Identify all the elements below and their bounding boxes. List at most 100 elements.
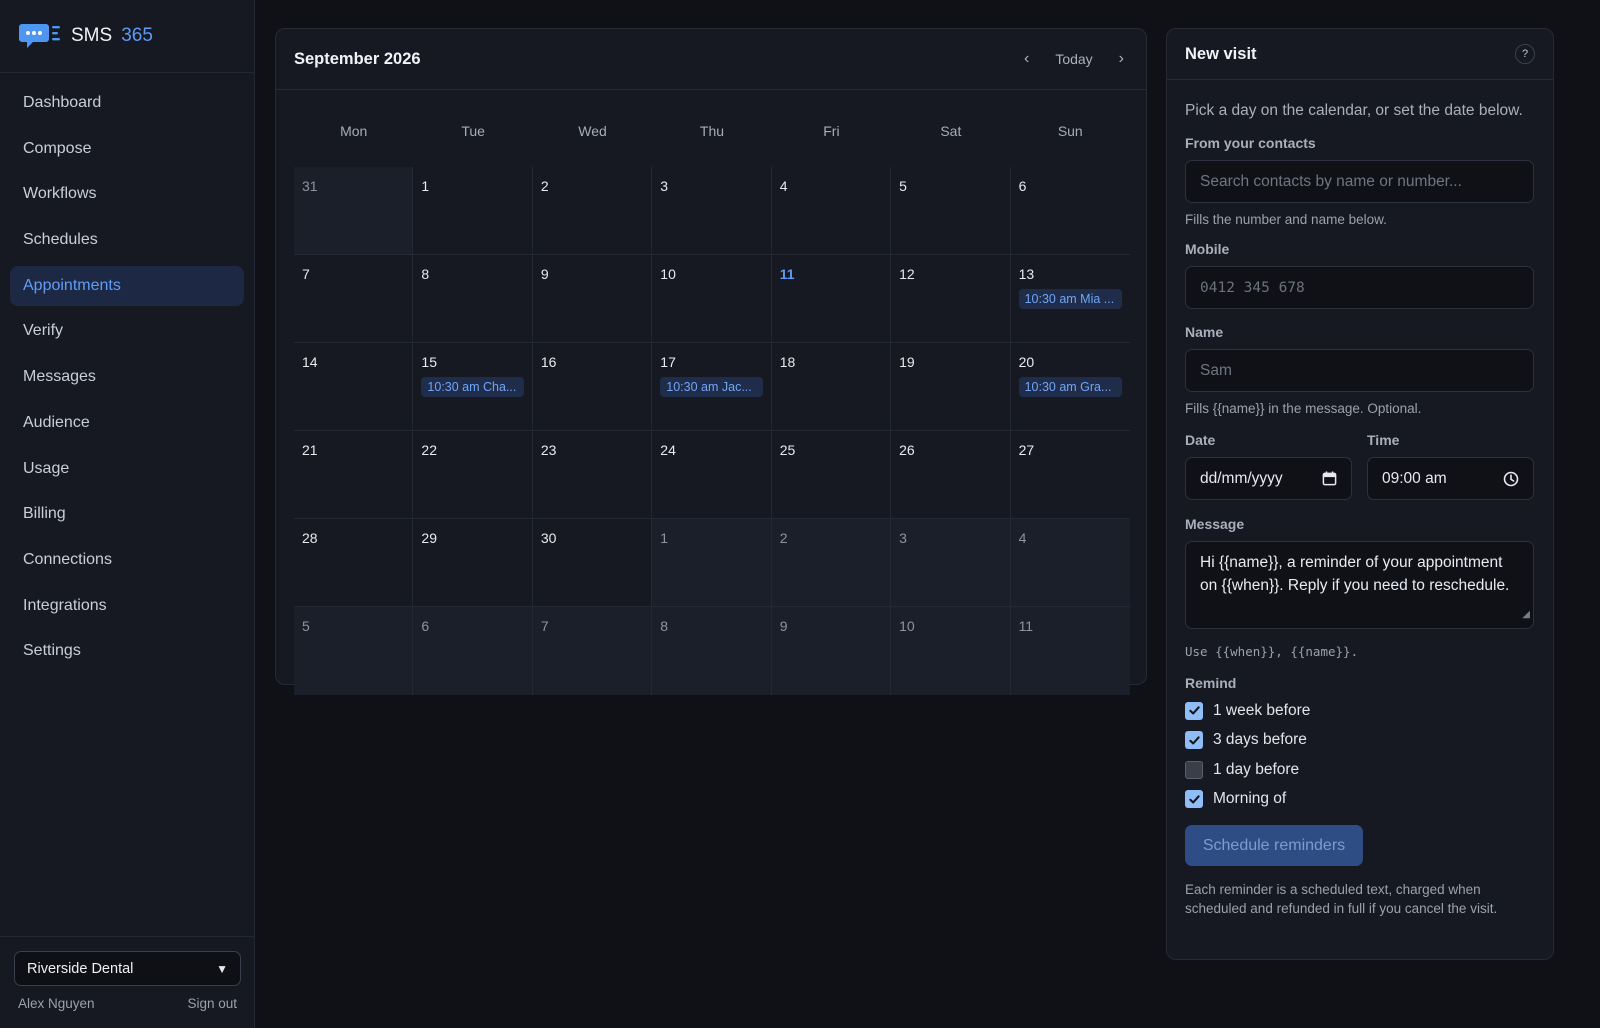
clock-icon[interactable] [1503,471,1519,487]
calendar-day[interactable]: 22 [413,431,533,519]
calendar-day[interactable]: 10 [652,255,772,343]
calendar-day[interactable]: 24 [652,431,772,519]
calendar-day[interactable]: 7 [294,255,414,343]
calendar-day[interactable]: 3 [891,519,1011,607]
calendar-day[interactable]: 21 [294,431,414,519]
sidebar-item-billing[interactable]: Billing [10,494,244,534]
contacts-search-input[interactable]: Search contacts by name or number... [1185,160,1534,203]
reminder-option[interactable]: Morning of [1185,785,1535,815]
calendar-day[interactable]: 9 [532,255,653,343]
calendar-day[interactable]: 26 [891,431,1011,519]
day-number: 22 [421,442,437,458]
sidebar-item-dashboard[interactable]: Dashboard [10,83,244,123]
chevron-right-icon[interactable]: › [1115,50,1128,68]
calendar-day[interactable]: 5 [891,167,1011,255]
calendar-day[interactable]: 30 [532,519,653,607]
calendar-day[interactable]: 5 [294,607,414,695]
calendar-day[interactable]: 3 [652,167,772,255]
checkbox-unchecked-icon[interactable] [1185,760,1203,779]
sidebar-item-integrations[interactable]: Integrations [10,586,244,626]
reminder-option[interactable]: 1 day before [1185,755,1535,785]
resize-grip-icon[interactable]: ◢ [1522,604,1530,627]
sidebar-item-messages[interactable]: Messages [10,357,244,397]
calendar-day[interactable]: 8 [413,255,533,343]
sidebar-item-verify[interactable]: Verify [10,311,244,351]
sign-out-link[interactable]: Sign out [187,996,237,1011]
calendar-day[interactable]: 13 10:30 am Mia ... [1010,255,1130,343]
sidebar: SMS 365 Dashboard Compose Workflows Schedul… [0,0,255,1028]
sidebar-item-usage[interactable]: Usage [10,449,244,489]
calendar-week: 7 8 9 10 11 12 13 10:30 am Mia ... [294,255,1130,343]
day-number: 8 [660,618,669,634]
calendar-day[interactable]: 1 [413,167,533,255]
checkbox-checked-icon[interactable] [1185,790,1203,809]
calendar-day[interactable]: 14 [294,343,414,431]
brand[interactable]: SMS 365 [0,0,254,73]
time-input[interactable]: 09:00 am [1367,457,1534,500]
sidebar-item-settings[interactable]: Settings [10,631,244,671]
today-button[interactable]: Today [1055,51,1092,67]
sidebar-item-connections[interactable]: Connections [10,540,244,580]
calendar-day[interactable]: 15 10:30 am Cha... [413,343,533,431]
sidebar-item-workflows[interactable]: Workflows [10,174,244,214]
calendar-day[interactable]: 31 [294,167,414,255]
calendar-day[interactable]: 1 [652,519,772,607]
appointment-event[interactable]: 10:30 am Cha... [421,377,524,397]
day-number: 15 [421,354,437,370]
calendar-day[interactable]: 6 [1010,167,1130,255]
calendar-day[interactable]: 28 [294,519,414,607]
chevron-left-icon[interactable]: ‹ [1020,50,1033,68]
calendar-day[interactable]: 10 [891,607,1011,695]
checkbox-checked-icon[interactable] [1185,731,1203,750]
weekday-mon: Mon [340,123,368,139]
schedule-reminders-button[interactable]: Schedule reminders [1185,825,1363,866]
appointment-event[interactable]: 10:30 am Gra... [1018,377,1122,397]
calendar-day[interactable]: 2 [771,519,892,607]
contacts-hint: Fills the number and name below. [1185,212,1387,227]
calendar-day[interactable]: 16 [532,343,653,431]
calendar-day[interactable]: 11 [1010,607,1130,695]
calendar-day[interactable]: 4 [1010,519,1130,607]
sidebar-item-compose[interactable]: Compose [10,129,244,169]
date-value: dd/mm/yyyy [1200,469,1283,487]
sidebar-item-audience[interactable]: Audience [10,403,244,443]
calendar-day[interactable]: 7 [532,607,653,695]
reminder-option[interactable]: 3 days before [1185,726,1535,756]
weekday-fri: Fri [823,123,840,139]
calendar-day[interactable]: 27 [1010,431,1130,519]
sidebar-item-appointments[interactable]: Appointments [10,265,244,306]
contacts-label: From your contacts [1185,135,1316,151]
checkbox-checked-icon[interactable] [1185,701,1203,720]
calendar-day[interactable]: 25 [771,431,892,519]
message-value: Hi {{name}}, a reminder of your appointm… [1200,554,1510,594]
calendar-day[interactable]: 20 10:30 am Gra... [1010,343,1130,431]
calendar-day[interactable]: 29 [413,519,533,607]
calendar-day[interactable]: 17 10:30 am Jac... [652,343,772,431]
calendar-day[interactable]: 18 [771,343,892,431]
sidebar-item-schedules[interactable]: Schedules [10,220,244,260]
name-input[interactable]: Sam [1185,349,1534,392]
date-input[interactable]: dd/mm/yyyy [1185,457,1352,500]
message-textarea[interactable]: Hi {{name}}, a reminder of your appointm… [1185,541,1534,629]
calendar-day[interactable]: 11 [771,255,892,343]
appointment-event[interactable]: 10:30 am Jac... [660,377,763,397]
help-icon[interactable]: ? [1515,44,1535,64]
sidebar-footer: Riverside Dental ▼ Alex Nguyen Sign out [0,936,255,1028]
mobile-input[interactable]: 0412 345 678 [1185,266,1534,309]
chevron-down-icon: ▼ [216,961,228,976]
calendar-day[interactable]: 9 [771,607,892,695]
calendar-day[interactable]: 4 [771,167,892,255]
calendar-day[interactable]: 8 [652,607,772,695]
calendar-week: 5 6 7 8 9 10 11 [294,607,1130,695]
new-visit-panel: New visit ? Pick a day on the calendar, … [1166,28,1554,960]
calendar-day[interactable]: 23 [532,431,653,519]
calendar-icon[interactable] [1322,471,1337,486]
calendar-day[interactable]: 12 [891,255,1011,343]
appointment-event[interactable]: 10:30 am Mia ... [1018,289,1122,309]
account-select[interactable]: Riverside Dental ▼ [14,951,241,986]
calendar-day[interactable]: 2 [532,167,653,255]
reminder-option[interactable]: 1 week before [1185,696,1535,726]
calendar-day[interactable]: 6 [413,607,533,695]
day-number: 6 [1018,178,1027,194]
calendar-day[interactable]: 19 [891,343,1011,431]
